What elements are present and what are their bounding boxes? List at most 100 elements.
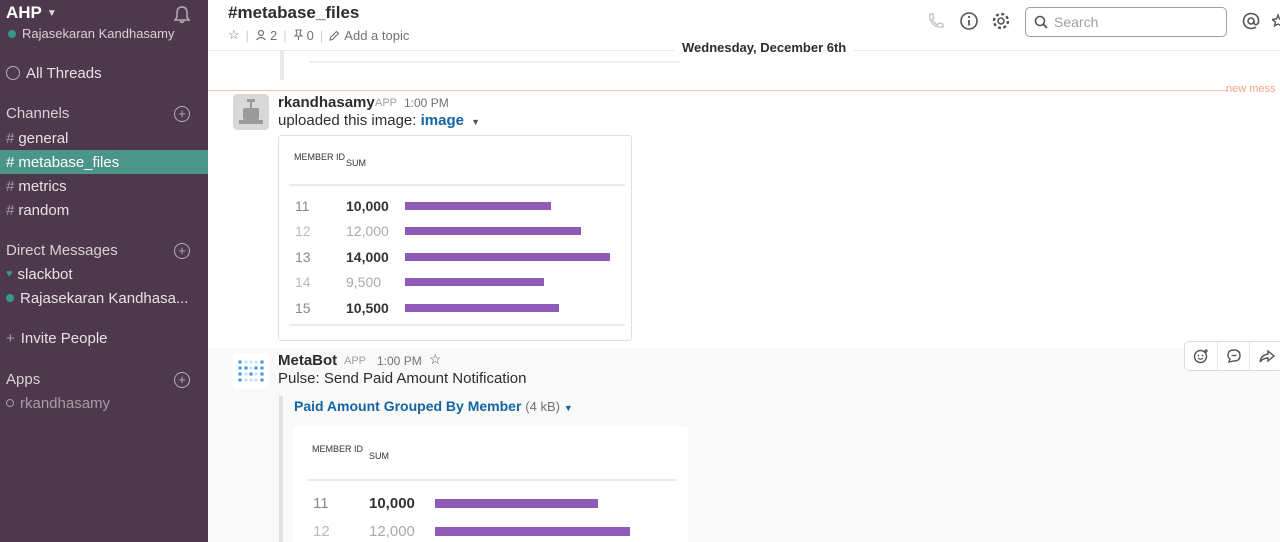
share-button[interactable]: [1250, 342, 1280, 370]
search-box[interactable]: [1025, 7, 1227, 37]
dm-heading[interactable]: Direct Messages: [6, 242, 118, 259]
add-dm-icon[interactable]: +: [174, 242, 190, 259]
table-cell-sum: 12,000: [369, 523, 415, 540]
table-cell-id: 12: [313, 523, 330, 540]
current-user[interactable]: Rajasekaran Kandhasamy: [8, 26, 174, 41]
message-author[interactable]: rkandhasamy: [278, 94, 375, 111]
message-text: uploaded this image: image ▼: [278, 112, 481, 129]
member-icon[interactable]: [255, 29, 267, 41]
hash-icon: #: [6, 129, 15, 147]
sidebar-item-metrics[interactable]: # metrics: [0, 174, 208, 198]
attachment-border: [279, 396, 283, 542]
table-cell-id: 11: [295, 198, 310, 214]
phone-icon[interactable]: [926, 11, 946, 31]
pin-count[interactable]: 0: [307, 28, 314, 43]
threads-icon: [6, 66, 20, 80]
member-count[interactable]: 2: [270, 28, 277, 43]
sidebar-item-all-threads[interactable]: All Threads: [0, 61, 208, 85]
message-actions: [1184, 341, 1280, 371]
column-header-sum: SUM: [346, 158, 366, 168]
presence-dot: [6, 294, 14, 302]
comment-icon: [1226, 349, 1241, 363]
pencil-icon: [329, 30, 340, 41]
caret-down-icon[interactable]: ▼: [564, 403, 573, 413]
app-badge: APP: [344, 355, 367, 367]
new-messages-label[interactable]: new mess: [1226, 83, 1276, 95]
hash-icon: #: [6, 177, 15, 195]
search-input[interactable]: [1054, 14, 1204, 30]
table-cell-id: 11: [313, 495, 329, 512]
table-cell-sum: 10,000: [369, 495, 415, 512]
emoji-icon: [1193, 349, 1208, 364]
sidebar-item-dm-user[interactable]: Rajasekaran Kandhasa...: [0, 286, 208, 310]
sidebar-item-metabase-files[interactable]: # metabase_files: [0, 150, 208, 174]
column-header-member-id: MEMBER ID: [294, 152, 346, 162]
table-bar: [405, 227, 581, 235]
start-thread-button[interactable]: [1218, 342, 1251, 370]
table-cell-sum: 14,000: [346, 249, 389, 265]
avatar[interactable]: [233, 94, 269, 130]
bell-icon[interactable]: [172, 5, 192, 25]
date-divider: Wednesday, December 6th: [674, 40, 855, 55]
add-reaction-button[interactable]: [1185, 342, 1218, 370]
table-bar: [435, 527, 630, 536]
search-icon: [1034, 15, 1048, 29]
metabot-avatar[interactable]: [233, 353, 269, 389]
channel-title[interactable]: #metabase_files: [228, 3, 359, 23]
hash-icon: #: [6, 153, 15, 171]
star-icon[interactable]: ☆: [429, 351, 442, 368]
previous-attachment: [280, 50, 680, 80]
sidebar-item-app-rkandhasamy[interactable]: rkandhasamy: [0, 391, 208, 415]
table-bar: [405, 304, 559, 312]
chevron-down-icon: ▼: [46, 7, 57, 19]
caret-down-icon[interactable]: ▼: [471, 117, 480, 127]
star-icon[interactable]: [1272, 11, 1280, 31]
table-bar: [405, 202, 551, 210]
pulse-card[interactable]: MEMBER ID SUM 11 10,000 12 12,000: [293, 426, 688, 542]
add-channel-icon[interactable]: +: [174, 105, 190, 122]
team-name: AHP: [6, 3, 42, 22]
hash-icon: #: [6, 201, 15, 219]
message-time[interactable]: 1:00 PM: [377, 354, 422, 368]
channels-heading[interactable]: Channels: [6, 105, 69, 122]
image-attachment[interactable]: MEMBER ID SUM 11 10,000 12 12,000 13 14,…: [278, 135, 632, 341]
table-cell-sum: 10,500: [346, 300, 389, 316]
invite-people-button[interactable]: + Invite People: [0, 326, 208, 350]
channels-section: Channels +: [6, 105, 202, 122]
table-bar: [435, 499, 598, 508]
sidebar-item-general[interactable]: # general: [0, 126, 208, 150]
app-badge: APP: [375, 97, 398, 109]
gear-icon[interactable]: [991, 11, 1011, 31]
apps-heading[interactable]: Apps: [6, 371, 40, 388]
table-bar: [405, 253, 610, 261]
heart-icon: ♥: [6, 268, 13, 280]
attachment-title[interactable]: Paid Amount Grouped By Member (4 kB) ▼: [294, 398, 573, 414]
table-cell-sum: 9,500: [346, 274, 382, 290]
message-author[interactable]: MetaBot: [278, 352, 337, 369]
add-app-icon[interactable]: +: [174, 371, 190, 388]
table-cell-id: 12: [295, 223, 311, 239]
attachment-size: (4 kB): [525, 399, 560, 414]
column-header-sum: SUM: [369, 451, 389, 461]
sidebar-item-slackbot[interactable]: ♥ slackbot: [0, 262, 208, 286]
apps-section: Apps +: [6, 371, 202, 388]
message-text: Pulse: Send Paid Amount Notification: [278, 370, 527, 387]
mentions-icon[interactable]: [1241, 11, 1261, 31]
presence-dot: [6, 399, 14, 407]
new-messages-line: [208, 90, 1228, 91]
star-icon[interactable]: ☆: [228, 27, 240, 43]
add-topic-link[interactable]: Add a topic: [344, 28, 409, 43]
plus-icon: +: [6, 329, 15, 347]
dm-section: Direct Messages +: [6, 242, 202, 259]
image-link[interactable]: image: [421, 112, 464, 129]
info-icon[interactable]: [959, 11, 979, 31]
team-menu[interactable]: AHP ▼: [6, 3, 57, 23]
message-time[interactable]: 1:00 PM: [404, 96, 449, 110]
pin-icon[interactable]: [293, 29, 304, 41]
table-cell-id: 14: [295, 274, 311, 290]
sidebar-item-random[interactable]: # random: [0, 198, 208, 222]
table-cell-id: 13: [295, 249, 311, 265]
table-cell-sum: 12,000: [346, 223, 389, 239]
table-cell-id: 15: [295, 300, 311, 316]
channel-meta: ☆ | 2 | 0 | Add a topic: [228, 27, 410, 43]
